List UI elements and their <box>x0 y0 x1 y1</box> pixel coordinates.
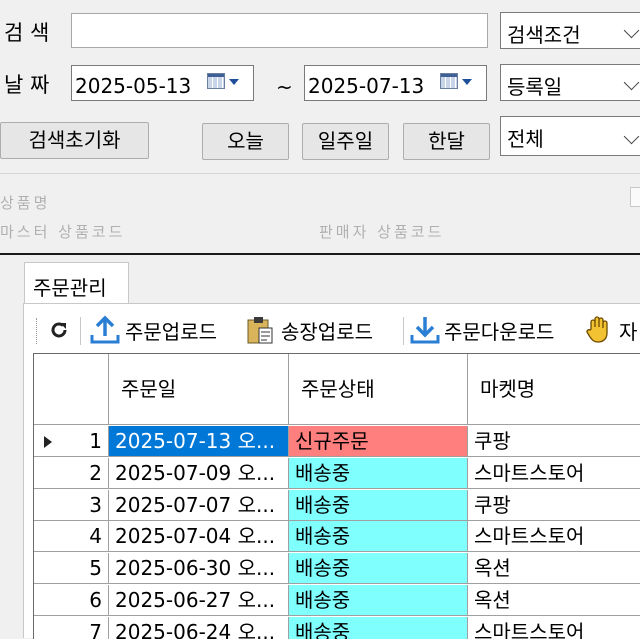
calendar-icon[interactable] <box>440 73 458 89</box>
date-to-picker[interactable]: 2025-07-13 <box>304 65 487 101</box>
cell-order-date[interactable]: 2025-07-07 오... <box>109 489 289 521</box>
more-toolbar-button[interactable]: 자 <box>585 314 637 346</box>
download-icon <box>410 317 440 344</box>
today-button[interactable]: 오늘 <box>202 123 289 160</box>
date-range-tilde: ~ <box>276 75 293 99</box>
cell-order-status[interactable]: 배송중 <box>289 489 468 521</box>
corner-header <box>34 354 109 425</box>
row-header[interactable]: 1 <box>34 426 109 457</box>
order-upload-button[interactable]: 주문업로드 <box>89 314 217 346</box>
toolbar-separator <box>403 317 404 345</box>
date-type-select[interactable]: 등록일 <box>500 64 640 101</box>
date-to-value: 2025-07-13 <box>308 74 425 98</box>
cell-order-date[interactable]: 2025-07-13 오... <box>109 426 289 457</box>
invoice-icon <box>247 317 273 344</box>
column-header-order-date[interactable]: 주문일 <box>109 354 289 425</box>
column-header-order-status[interactable]: 주문상태 <box>289 354 468 425</box>
dropdown-arrow-icon[interactable] <box>229 79 239 85</box>
table-row[interactable]: 6 2025-06-27 오... 배송중 옥션 <box>34 585 640 616</box>
hand-icon <box>586 316 608 343</box>
cell-market-name[interactable]: 쿠팡 <box>468 426 640 457</box>
row-number: 5 <box>89 556 102 581</box>
panel-divider <box>0 173 640 174</box>
week-button[interactable]: 일주일 <box>302 123 389 160</box>
row-number: 4 <box>89 524 102 549</box>
more-toolbar-label: 자 <box>619 319 638 344</box>
product-checkbox[interactable] <box>630 187 640 207</box>
seller-code-label: 판매자 상품코드 <box>319 223 445 241</box>
master-code-label: 마스터 상품코드 <box>0 223 126 241</box>
cell-order-status[interactable]: 신규주문 <box>289 426 468 457</box>
cell-market-name[interactable]: 스마트스토어 <box>468 521 640 553</box>
row-number: 7 <box>89 619 102 639</box>
date-from-value: 2025-05-13 <box>75 74 192 98</box>
cell-order-date[interactable]: 2025-07-04 오... <box>109 521 289 553</box>
row-number: 1 <box>89 429 102 453</box>
dropdown-arrow-icon[interactable] <box>462 79 472 85</box>
tab-label: 주문관리 <box>33 276 107 300</box>
current-row-indicator-icon <box>44 436 52 448</box>
cell-market-name[interactable]: 쿠팡 <box>468 490 640 521</box>
search-condition-value: 검색조건 <box>507 23 581 47</box>
cell-order-date[interactable]: 2025-06-30 오... <box>109 553 289 585</box>
chevron-down-icon <box>623 22 640 39</box>
table-row[interactable]: 1 2025-07-13 오... 신규주문 쿠팡 <box>34 426 640 457</box>
cell-order-status[interactable]: 배송중 <box>289 585 468 616</box>
order-download-button[interactable]: 주문다운로드 <box>409 314 554 346</box>
upload-icon <box>90 315 120 344</box>
row-header[interactable]: 7 <box>34 616 109 639</box>
search-condition-select[interactable]: 검색조건 <box>500 12 640 49</box>
cell-market-name[interactable]: 스마트스토어 <box>468 617 640 639</box>
table-row[interactable]: 3 2025-07-07 오... 배송중 쿠팡 <box>34 489 640 521</box>
table-row[interactable]: 7 2025-06-24 오... 배송중 스마트스토어 <box>34 616 640 639</box>
invoice-upload-button[interactable]: 송장업로드 <box>245 314 373 346</box>
chevron-down-icon <box>623 74 640 91</box>
refresh-button[interactable] <box>47 314 71 346</box>
tab-order-management[interactable]: 주문관리 <box>24 262 129 304</box>
date-type-value: 등록일 <box>507 75 563 99</box>
row-number: 6 <box>89 588 102 612</box>
table-row[interactable]: 5 2025-06-30 오... 배송중 옥션 <box>34 553 640 585</box>
cell-order-status[interactable]: 배송중 <box>289 616 468 639</box>
status-filter-select[interactable]: 전체 <box>500 116 640 156</box>
row-header[interactable]: 2 <box>34 457 109 489</box>
reset-search-button[interactable]: 검색초기화 <box>0 122 149 159</box>
cell-order-status[interactable]: 배송중 <box>289 457 468 489</box>
row-header[interactable]: 3 <box>34 489 109 521</box>
search-label: 검 색 <box>4 21 50 45</box>
row-header[interactable]: 4 <box>34 521 109 553</box>
cell-market-name[interactable]: 옥션 <box>468 553 640 585</box>
cell-order-status[interactable]: 배송중 <box>289 521 468 553</box>
cell-order-status[interactable]: 배송중 <box>289 553 468 585</box>
cell-market-name[interactable]: 옥션 <box>468 585 640 616</box>
refresh-icon <box>51 322 67 338</box>
row-header[interactable]: 5 <box>34 553 109 585</box>
date-from-picker[interactable]: 2025-05-13 <box>71 65 254 101</box>
order-upload-label: 주문업로드 <box>125 319 217 344</box>
chevron-down-icon <box>623 128 640 145</box>
toolbar-grip <box>36 318 39 344</box>
row-number: 2 <box>89 460 102 485</box>
cell-order-date[interactable]: 2025-07-09 오... <box>109 457 289 489</box>
table-row[interactable]: 4 2025-07-04 오... 배송중 스마트스토어 <box>34 521 640 553</box>
cell-order-date[interactable]: 2025-06-24 오... <box>109 616 289 639</box>
filter-panel: 검 색 검색조건 날 짜 2025-05-13 ~ 2025-07-13 등록일… <box>0 0 640 254</box>
status-filter-value: 전체 <box>507 127 544 151</box>
cell-market-name[interactable]: 스마트스토어 <box>468 458 640 489</box>
month-button[interactable]: 한달 <box>403 123 490 160</box>
invoice-upload-label: 송장업로드 <box>281 319 373 344</box>
table-row[interactable]: 2 2025-07-09 오... 배송중 스마트스토어 <box>34 457 640 489</box>
order-download-label: 주문다운로드 <box>444 319 555 344</box>
row-number: 3 <box>89 492 102 517</box>
cell-order-date[interactable]: 2025-06-27 오... <box>109 585 289 616</box>
row-header[interactable]: 6 <box>34 585 109 616</box>
toolbar-separator <box>80 317 81 345</box>
calendar-icon[interactable] <box>207 73 225 89</box>
search-input[interactable] <box>71 13 488 48</box>
column-header-market-name[interactable]: 마켓명 <box>468 354 640 425</box>
product-name-label: 상품명 <box>0 194 51 212</box>
date-label: 날 짜 <box>4 73 50 97</box>
orders-grid[interactable]: 주문일 주문상태 마켓명 1 2025-07-13 오... 신규주문 쿠팡 2 2025… <box>33 353 640 639</box>
